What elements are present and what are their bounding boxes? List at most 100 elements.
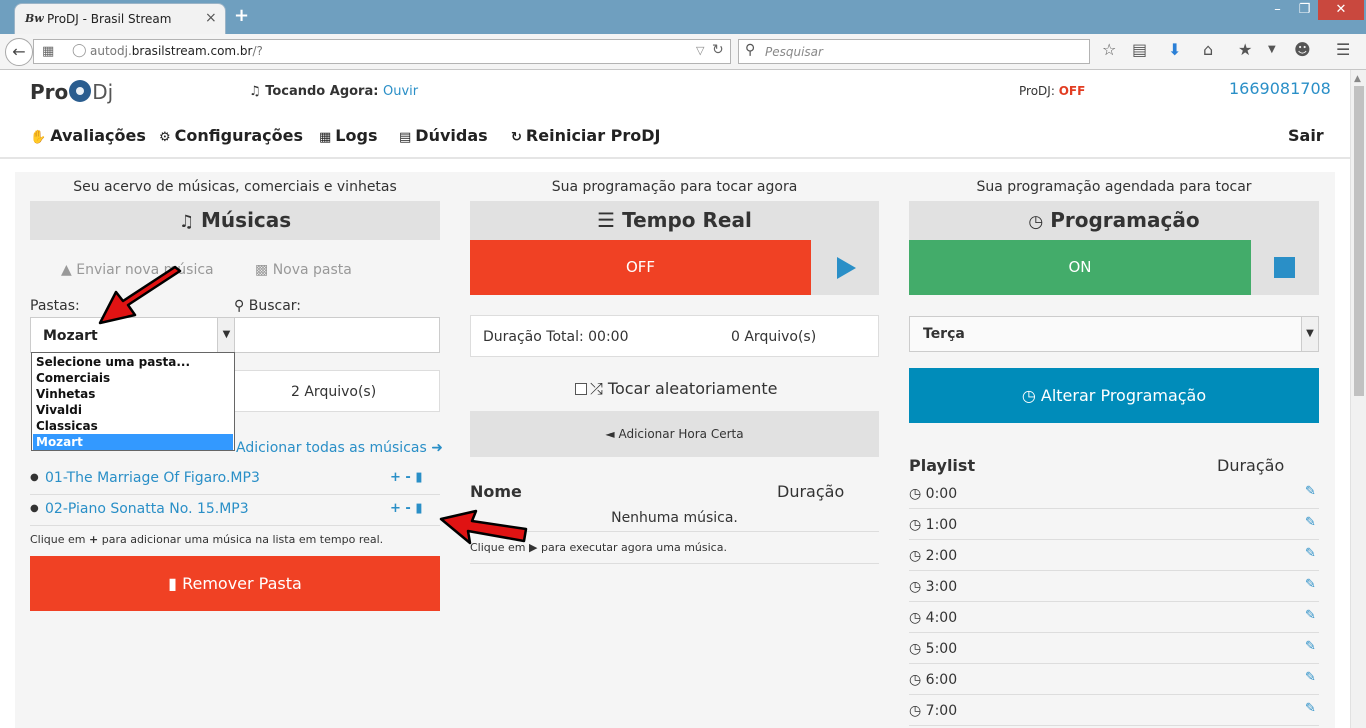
folder-option[interactable]: Comerciais: [33, 370, 233, 386]
window-restore-icon[interactable]: ❐: [1291, 0, 1318, 20]
playlist-row: ◷ 4:00 ✎: [909, 602, 1319, 633]
info-icon[interactable]: ●: [30, 472, 39, 483]
extension-icon[interactable]: ★: [1238, 40, 1252, 59]
menu-reiniciar[interactable]: ↻ Reiniciar ProDJ: [511, 126, 661, 145]
window-close-icon[interactable]: ✕: [1318, 0, 1364, 20]
info-icon[interactable]: ●: [30, 503, 39, 514]
clock-icon: ◷: [909, 610, 922, 626]
annotation-arrow-icon: [439, 509, 528, 545]
url-bar[interactable]: ▦ ◯ autodj.brasilstream.com.br/? ▽ ↻: [33, 39, 731, 64]
chevron-down-icon[interactable]: ▼: [217, 318, 235, 352]
folder-option[interactable]: Vinhetas: [33, 386, 233, 402]
middle-caption: Sua programação para tocar agora: [551, 179, 798, 195]
page-scrollbar[interactable]: ▲: [1350, 70, 1366, 728]
reload-icon[interactable]: ↻: [712, 42, 724, 58]
add-all-music-link[interactable]: Adicionar todas as músicas ➜: [236, 440, 443, 456]
account-number: 1669081708: [1229, 79, 1331, 98]
shuffle-toggle[interactable]: ⤮ Tocar aleatoriamente: [575, 379, 778, 399]
shuffle-checkbox[interactable]: [575, 383, 587, 395]
logo-disc-icon: [69, 80, 92, 102]
realtime-toggle-off[interactable]: OFF: [470, 240, 811, 295]
clock-icon: ◷: [1028, 212, 1044, 232]
tab-close-icon[interactable]: ×: [205, 10, 217, 26]
song-name[interactable]: 02-Piano Sonatta No. 15.MP3: [45, 501, 249, 517]
browser-tab-bar: Bw ProDJ - Brasil Stream × + – ❐ ✕: [0, 0, 1366, 34]
column-duration: Duração: [777, 482, 845, 501]
playlist-row: ◷ 1:00 ✎: [909, 509, 1319, 540]
tempo-real-header: ☰ Tempo Real: [470, 201, 879, 240]
trash-icon[interactable]: ▮: [415, 501, 422, 516]
column-playlist: Playlist: [909, 456, 976, 475]
folder-option[interactable]: Vivaldi: [33, 402, 233, 418]
play-button[interactable]: [811, 240, 879, 295]
browser-tab[interactable]: Bw ProDJ - Brasil Stream ×: [14, 3, 226, 34]
star-icon[interactable]: ☆: [1102, 40, 1116, 59]
now-playing: ♫ Tocando Agora: Ouvir: [249, 84, 418, 99]
new-tab-icon[interactable]: +: [234, 5, 249, 26]
annotation-arrow-icon: [98, 265, 182, 325]
megaphone-icon: ◄: [605, 427, 615, 441]
scroll-up-icon[interactable]: ▲: [1354, 74, 1361, 84]
pencil-icon[interactable]: ✎: [1305, 639, 1316, 654]
download-icon[interactable]: ⬇: [1168, 40, 1181, 59]
smiley-icon[interactable]: ☻: [1294, 40, 1311, 59]
song-row: ● 02-Piano Sonatta No. 15.MP3 + - ▮: [30, 495, 440, 526]
add-hint: Clique em + para adicionar uma música na…: [30, 533, 384, 546]
remove-folder-button[interactable]: ▮ Remover Pasta: [30, 556, 440, 611]
menu-configuracoes[interactable]: ⚙ Configurações: [159, 126, 303, 145]
menu-avaliacoes[interactable]: ✋ Avaliações: [30, 126, 146, 145]
pencil-icon[interactable]: ✎: [1305, 577, 1316, 592]
song-actions[interactable]: + - ▮: [390, 501, 423, 516]
new-folder-button[interactable]: ▩ Nova pasta: [255, 262, 352, 278]
chevron-down-icon[interactable]: ▼: [1301, 317, 1318, 351]
scroll-thumb[interactable]: [1354, 86, 1364, 396]
playlist-row: ◷ 2:00 ✎: [909, 540, 1319, 571]
day-select[interactable]: Terça ▼: [909, 316, 1319, 352]
music-search-input[interactable]: [234, 317, 440, 353]
pencil-icon[interactable]: ✎: [1305, 484, 1316, 499]
clock-icon: ◷: [909, 672, 922, 688]
logo[interactable]: Pro Dj: [30, 80, 113, 104]
day-select-value: Terça: [923, 326, 965, 342]
left-caption: Seu acervo de músicas, comerciais e vinh…: [73, 179, 397, 195]
song-actions[interactable]: + - ▮: [390, 470, 423, 485]
url-text[interactable]: autodj.brasilstream.com.br/?: [90, 44, 263, 58]
menu-sair[interactable]: Sair: [1288, 126, 1324, 145]
column-name: Nome: [470, 482, 522, 501]
folder-option[interactable]: Selecione uma pasta...: [33, 354, 233, 370]
tab-title: ProDJ - Brasil Stream: [47, 12, 172, 26]
window-minimize-icon[interactable]: –: [1264, 0, 1291, 20]
pencil-icon[interactable]: ✎: [1305, 701, 1316, 716]
pencil-icon[interactable]: ✎: [1305, 546, 1316, 561]
menu-duvidas[interactable]: ▤ Dúvidas: [399, 126, 488, 145]
back-icon[interactable]: ←: [5, 38, 33, 66]
pencil-icon[interactable]: ✎: [1305, 670, 1316, 685]
files-count: 2 Arquivo(s): [291, 384, 377, 400]
menu-logs[interactable]: ▦ Logs: [319, 126, 377, 145]
listen-link[interactable]: Ouvir: [383, 84, 418, 99]
song-name[interactable]: 01-The Marriage Of Figaro.MP3: [45, 470, 260, 486]
menu-icon[interactable]: ☰: [1336, 40, 1350, 59]
dropdown-icon[interactable]: ▼: [1268, 44, 1276, 55]
alter-schedule-button[interactable]: ◷ Alterar Programação: [909, 368, 1319, 423]
schedule-toggle-on[interactable]: ON: [909, 240, 1251, 295]
folder-option-selected[interactable]: Mozart: [33, 434, 233, 450]
folder-option[interactable]: Classicas: [33, 418, 233, 434]
grid-icon[interactable]: ▦: [42, 44, 54, 59]
files-count: 0 Arquivo(s): [731, 329, 817, 345]
pencil-icon[interactable]: ✎: [1305, 608, 1316, 623]
url-dropdown-icon[interactable]: ▽: [696, 44, 704, 57]
pencil-icon[interactable]: ✎: [1305, 515, 1316, 530]
page: Pro Dj ♫ Tocando Agora: Ouvir ProDJ: OFF …: [0, 70, 1350, 728]
browser-search-bar[interactable]: ⚲ Pesquisar: [738, 39, 1090, 64]
clipboard-icon[interactable]: ▤: [1132, 40, 1147, 59]
files-count-box: 2 Arquivo(s): [234, 370, 440, 412]
clock-icon: ◷: [909, 579, 922, 595]
search-placeholder: Pesquisar: [765, 45, 823, 59]
add-time-button[interactable]: ◄ Adicionar Hora Certa: [470, 411, 879, 457]
programacao-header: ◷ Programação: [909, 201, 1319, 240]
home-icon[interactable]: ⌂: [1203, 40, 1213, 59]
trash-icon[interactable]: ▮: [415, 470, 422, 485]
clock-icon: ◷: [909, 517, 922, 533]
stop-button[interactable]: [1251, 240, 1319, 295]
